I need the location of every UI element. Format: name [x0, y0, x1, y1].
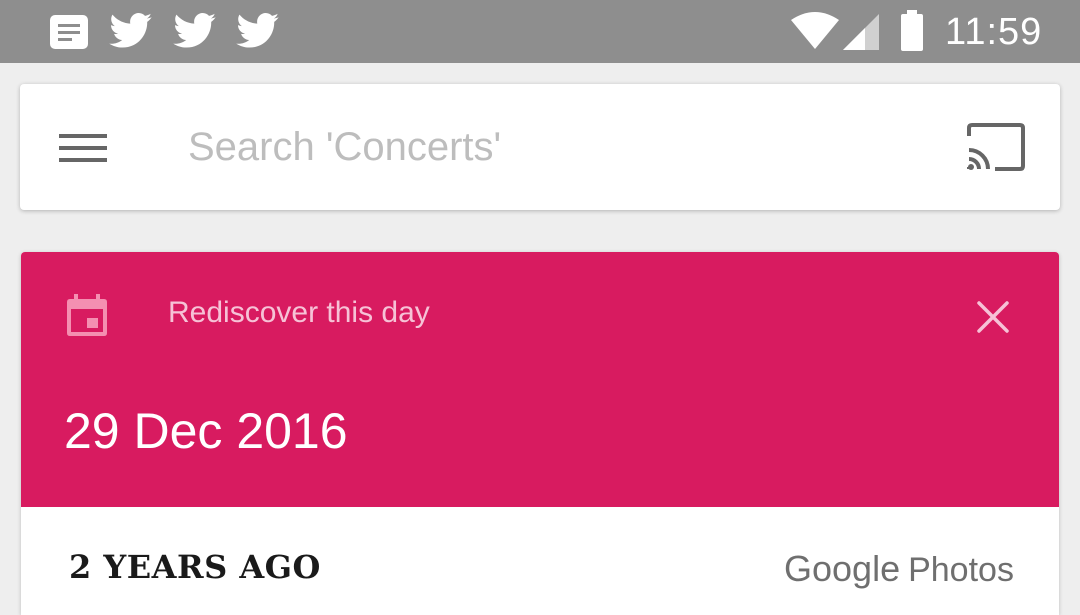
search-bar — [20, 84, 1060, 210]
status-time: 11:59 — [945, 11, 1043, 53]
news-icon — [50, 15, 88, 49]
twitter-icon — [109, 13, 152, 48]
twitter-icon — [236, 13, 279, 48]
status-bar: 11:59 — [0, 0, 1080, 63]
hamburger-menu-icon[interactable] — [59, 134, 107, 162]
card-date: 29 Dec 2016 — [64, 403, 348, 459]
card-header: Rediscover this day 29 Dec 2016 — [21, 252, 1059, 507]
calendar-icon — [67, 294, 107, 336]
google-photos-logo: Google Photos — [784, 548, 1014, 590]
close-icon[interactable] — [976, 300, 1010, 334]
cast-icon[interactable] — [965, 122, 1027, 172]
battery-icon — [901, 10, 923, 51]
photos-brand-text: Photos — [908, 551, 1014, 589]
rediscover-card[interactable]: Rediscover this day 29 Dec 2016 2 YEARS … — [21, 252, 1059, 615]
google-brand-text: Google — [784, 548, 901, 589]
years-ago-label: 2 YEARS AGO — [69, 548, 321, 586]
twitter-icon — [173, 13, 216, 48]
search-input[interactable] — [180, 114, 940, 180]
wifi-icon — [791, 12, 839, 49]
cell-signal-icon — [843, 14, 879, 50]
card-title: Rediscover this day — [168, 296, 430, 329]
